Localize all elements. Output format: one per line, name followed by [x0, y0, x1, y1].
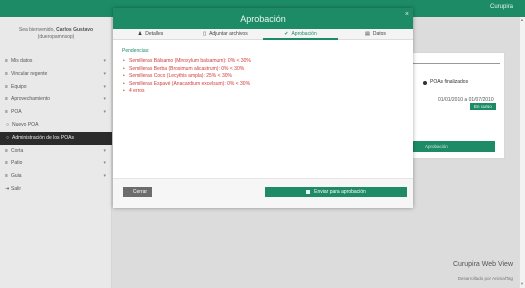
pendencia-item: • Semilleras Bálsamo (Miroxylum balsamum)… [123, 58, 251, 64]
sidebar-item-salir[interactable]: ⇥ Salir [0, 183, 112, 196]
tab-label: Detalles [145, 31, 164, 37]
close-icon[interactable]: × [405, 11, 409, 18]
check-circle-icon: ✔ [284, 31, 289, 37]
footer-credit: Desarrollado por AnimalTag [457, 276, 513, 281]
chevron-down-icon: ▾ [103, 70, 106, 77]
scroll-up-icon[interactable]: ▲ [519, 17, 525, 23]
pendencia-item: • Semilleras Espavé (Anacardium excelsum)… [123, 80, 251, 87]
pendencia-item: • Semilleras Berba (Brosimum alicastrum):… [123, 65, 245, 72]
sidebar-item-label: Patio [11, 160, 23, 167]
scroll-down-icon[interactable]: ▼ [519, 281, 525, 287]
sidebar-item-guia[interactable]: ≡ Guia ▾ [0, 170, 112, 183]
sidebar: Sea bienvenido, Carlos Gustavo (dueropam… [0, 17, 112, 288]
sidebar-item-poa[interactable]: ≡ POA ▾ [0, 106, 112, 119]
bullet-icon [423, 81, 427, 85]
chevron-down-icon: ▾ [103, 96, 106, 103]
chevron-down-icon: ▾ [103, 147, 106, 154]
sidebar-item-label: Mis datos [11, 58, 33, 64]
modal-header: Aprobación × [113, 8, 413, 29]
sidebar-item-patio[interactable]: ≡ Patio ▾ [0, 157, 112, 170]
page-scrollbar[interactable] [519, 17, 525, 288]
username: (dueropamnsop) [37, 34, 75, 40]
sidebar-nav: ≡ Mis datos ▾ ≡ Vincular regente ▾ ≡ Equipo ▾ … [0, 55, 112, 196]
tab-datos[interactable]: ▤ Datos [338, 29, 413, 39]
sidebar-item-label: Aprovechamiento [11, 96, 50, 103]
cerrar-button[interactable]: Cerrar [123, 187, 152, 197]
sidebar-item-corta[interactable]: ≡ Corta ▾ [0, 145, 112, 158]
modal-footer: Cerrar Enviar para aprobación [113, 178, 413, 208]
tab-adjuntar-archivos[interactable]: ▯ Adjuntar archivos [188, 29, 263, 39]
welcome-prefix: Sea bienvenido, [18, 27, 55, 33]
pendencias-list: • Semilleras Bálsamo (Miroxylum balsamum)… [123, 58, 251, 96]
sidebar-item-administracion-poas[interactable]: ○ Administración de los POAs [0, 131, 112, 145]
enviar-aprobacion-button[interactable]: Enviar para aprobación [265, 187, 407, 197]
pendencia-item: • Semilleras Coco (Lecythis ampla): 25% <… [123, 73, 232, 79]
sidebar-item-label: Vincular regente [11, 70, 48, 77]
tab-label: Aprobación [291, 31, 317, 37]
sidebar-item-label: Guia [11, 173, 22, 180]
tab-label: Adjuntar archivos [209, 31, 248, 37]
chevron-down-icon: ▾ [103, 109, 106, 116]
chevron-down-icon: ▾ [103, 173, 106, 180]
sidebar-item-label: Administración de los POAs [12, 134, 74, 141]
sidebar-item-nuevo-poa[interactable]: ○ Nuevo POA [0, 119, 112, 132]
sidebar-item-label: Salir [11, 185, 22, 192]
sidebar-item-vincular-regente[interactable]: ≡ Vincular regente ▾ [0, 68, 112, 81]
enviar-aprobacion-label: Enviar para aprobación [314, 189, 366, 195]
brand-label[interactable]: Curupira [490, 4, 513, 10]
table-icon: ▤ [365, 31, 370, 37]
user-icon: ♟ [137, 31, 143, 37]
sidebar-item-mis-datos[interactable]: ≡ Mis datos ▾ [0, 55, 112, 68]
divider [407, 63, 500, 64]
modal-title: Aprobación [240, 14, 286, 24]
aprobacion-button[interactable]: Aprobación [405, 141, 495, 152]
tab-aprobacion[interactable]: ✔ Aprobación [263, 29, 338, 40]
status-badge: En curso [470, 103, 496, 110]
chevron-down-icon: ▾ [103, 58, 106, 64]
sidebar-item-equipo[interactable]: ≡ Equipo ▾ [0, 81, 112, 94]
welcome-block: Sea bienvenido, Carlos Gustavo (dueropam… [0, 27, 112, 41]
chevron-down-icon: ▾ [103, 83, 106, 90]
sidebar-item-label: Equipo [11, 83, 27, 90]
sidebar-item-label: Corta [11, 147, 24, 154]
check-square-icon [306, 189, 311, 194]
chevron-down-icon: ▾ [103, 160, 106, 167]
poas-finalizados-label: POAs finalizados [430, 79, 469, 85]
sidebar-item-aprovechamiento[interactable]: ≡ Aprovechamiento ▾ [0, 93, 112, 106]
pendencias-label: Pendencias: [122, 48, 150, 54]
pendencia-item: • 4 erros [123, 88, 145, 94]
sidebar-item-label: Nuevo POA [12, 121, 39, 128]
footer-title: Curupira Web View [452, 261, 513, 268]
user-name: Carlos Gustavo [56, 27, 94, 33]
sidebar-item-label: POA [11, 109, 22, 116]
aprobacion-modal: Aprobación × ♟ Detalles ▯ Adjuntar archivo… [113, 8, 413, 208]
tab-label: Datos [372, 31, 386, 37]
tab-detalles[interactable]: ♟ Detalles [113, 29, 188, 39]
modal-tabs: ♟ Detalles ▯ Adjuntar archivos ✔ Aprobación… [113, 29, 413, 40]
file-icon: ▯ [203, 31, 207, 37]
